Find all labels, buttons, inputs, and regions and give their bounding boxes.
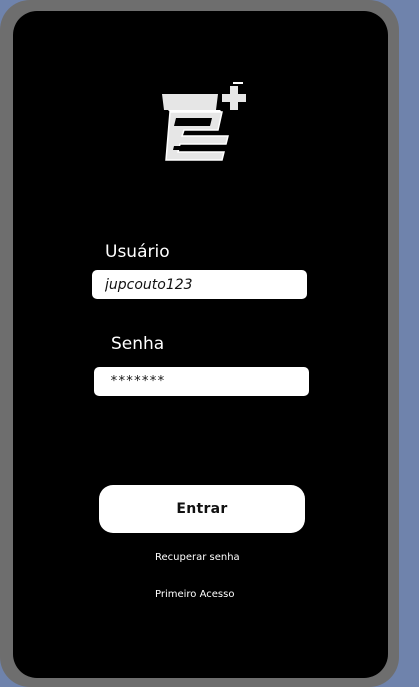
password-label: Senha — [111, 334, 165, 354]
username-label: Usuário — [105, 242, 170, 262]
enter-button[interactable]: Entrar — [99, 485, 305, 533]
first-access-link[interactable]: Primeiro Acesso — [155, 589, 234, 600]
username-input[interactable] — [92, 270, 307, 299]
recover-password-link[interactable]: Recuperar senha — [155, 552, 240, 563]
password-input[interactable] — [94, 367, 309, 396]
app-logo-icon — [162, 82, 246, 161]
